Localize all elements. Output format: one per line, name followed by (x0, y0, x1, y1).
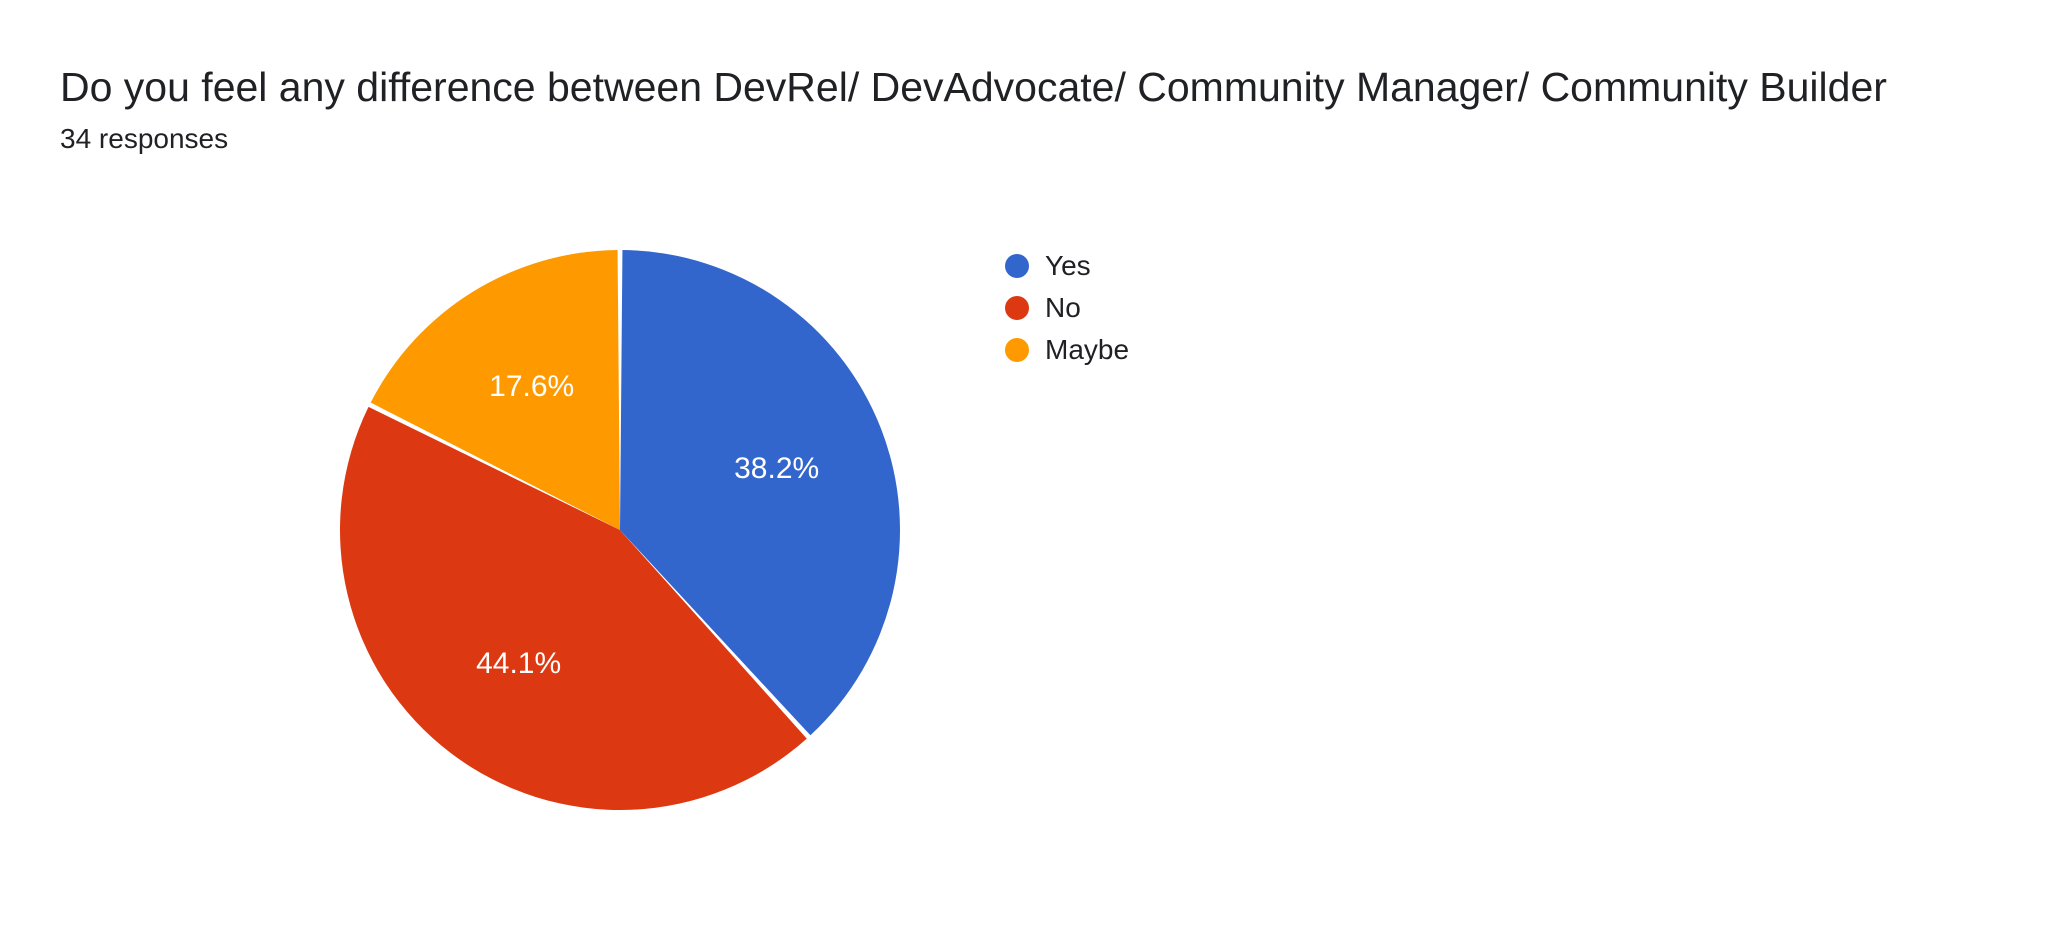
responses-count: 34 responses (60, 123, 1988, 155)
legend-item-yes[interactable]: Yes (1005, 250, 1129, 282)
chart-area: 17.6% 44.1% 38.2% Yes No Maybe (0, 240, 2048, 920)
chart-container: Do you feel any difference between DevRe… (0, 0, 2048, 929)
pie-label-maybe: 17.6% (489, 370, 574, 404)
legend-item-no[interactable]: No (1005, 292, 1129, 324)
legend-item-maybe[interactable]: Maybe (1005, 334, 1129, 366)
legend-swatch-maybe (1005, 338, 1029, 362)
legend-label: Maybe (1045, 334, 1129, 366)
legend-swatch-no (1005, 296, 1029, 320)
pie-label-no: 44.1% (476, 647, 561, 681)
pie-label-yes: 38.2% (734, 452, 819, 486)
legend: Yes No Maybe (1005, 250, 1129, 376)
chart-title: Do you feel any difference between DevRe… (60, 60, 1940, 115)
pie-chart: 17.6% 44.1% 38.2% (340, 250, 900, 810)
legend-label: No (1045, 292, 1081, 324)
legend-swatch-yes (1005, 254, 1029, 278)
legend-label: Yes (1045, 250, 1091, 282)
pie-svg (340, 250, 900, 810)
